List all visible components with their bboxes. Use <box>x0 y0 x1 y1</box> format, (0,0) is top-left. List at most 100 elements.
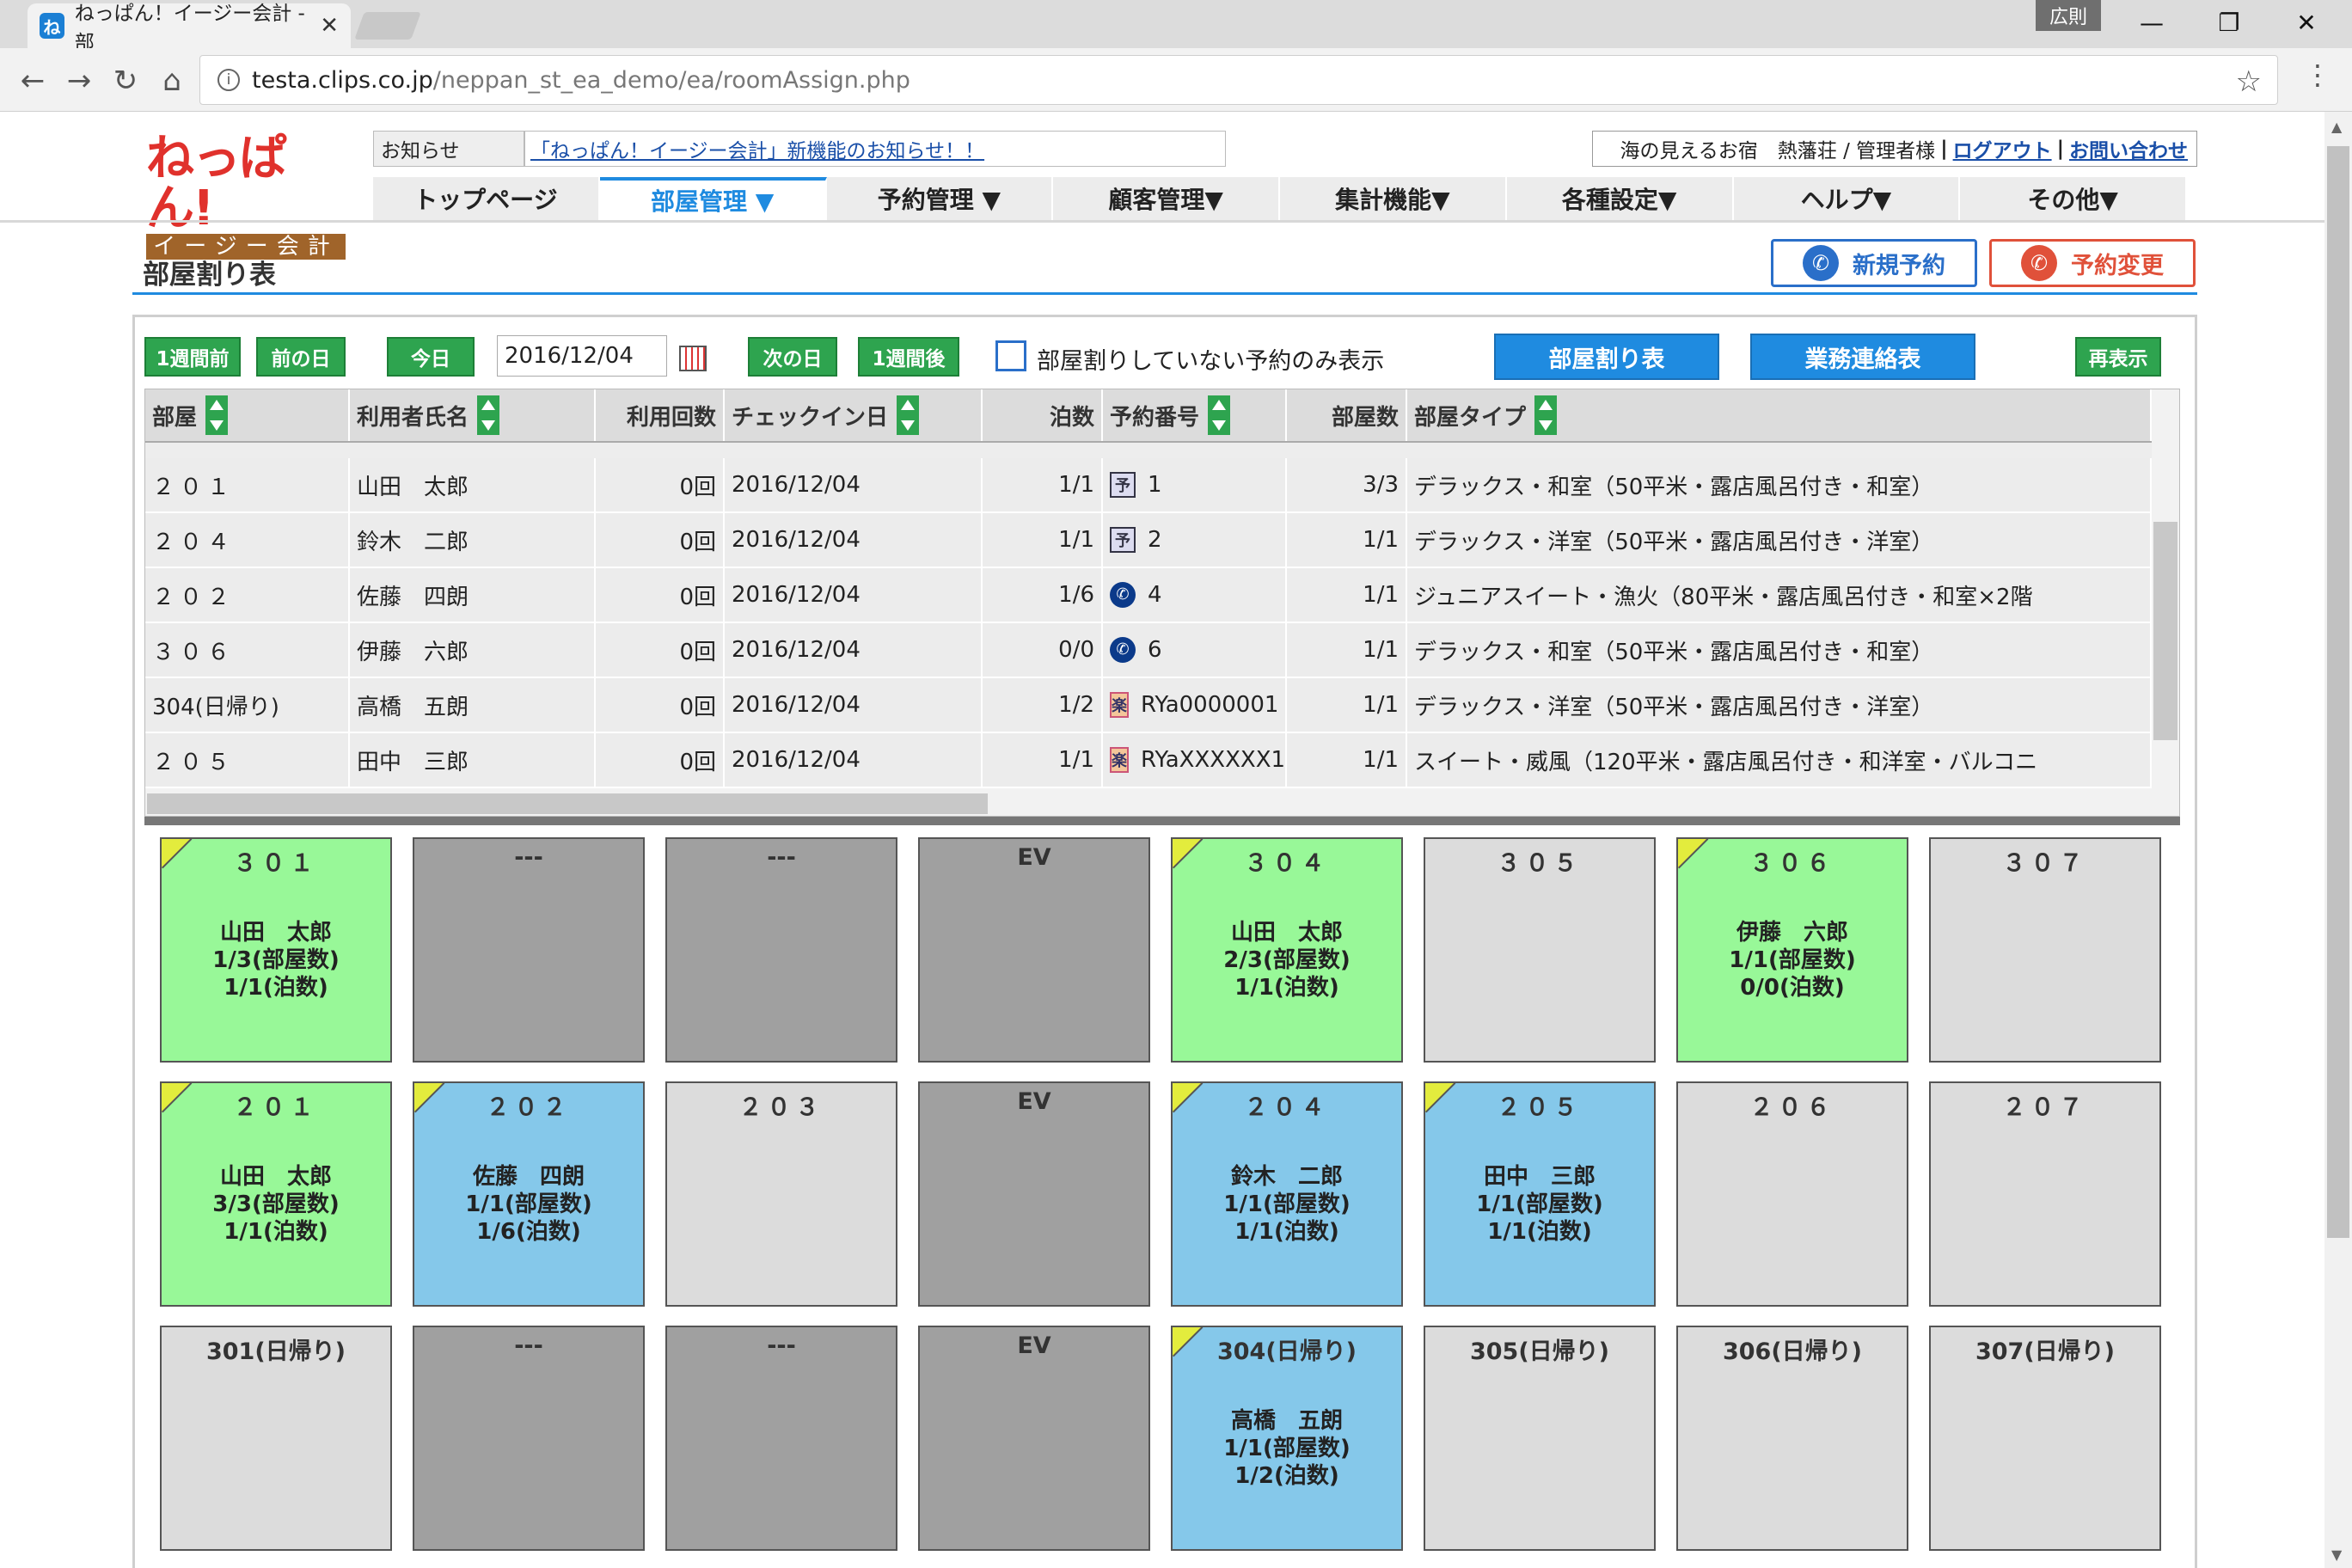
contact-link[interactable]: お問い合わせ <box>2069 134 2188 163</box>
unassigned-only-checkbox[interactable] <box>995 340 1026 371</box>
room-tile[interactable]: --- <box>413 1326 645 1551</box>
new-tab-button[interactable] <box>354 12 421 40</box>
logout-link[interactable]: ログアウト <box>1953 134 2052 163</box>
nav-item[interactable]: ヘルプ▼ <box>1733 177 1961 220</box>
room-tile[interactable]: ２０３ <box>665 1081 897 1307</box>
forward-icon[interactable]: → <box>60 62 98 100</box>
new-reservation-button[interactable]: ✆ 新規予約 <box>1771 239 1977 287</box>
assigned-corner-icon <box>414 1083 444 1112</box>
room-tile[interactable]: EV <box>918 837 1150 1063</box>
site-logo[interactable]: ねっぱん! イージー会計 <box>146 134 346 260</box>
change-reservation-button[interactable]: ✆ 予約変更 <box>1989 239 2196 287</box>
room-tile[interactable]: 307(日帰り) <box>1929 1326 2161 1551</box>
table-row[interactable]: 304(日帰り) 高橋 五朗 0回 2016/12/04 1/2 楽 RYa0000001 1… <box>145 678 2152 733</box>
web-source-icon: 楽 <box>1110 692 1129 718</box>
profile-badge[interactable]: 広則 <box>2036 0 2101 31</box>
sort-arrows-icon[interactable] <box>205 395 229 435</box>
table-vscroll-thumb[interactable] <box>2153 522 2177 740</box>
cell-text: 6 <box>1148 637 1162 663</box>
room-tile[interactable]: 306(日帰り) <box>1676 1326 1908 1551</box>
room-tile[interactable]: ２０６ <box>1676 1081 1908 1307</box>
table-splitter[interactable] <box>144 817 2180 825</box>
address-bar[interactable]: i testa.clips.co.jp/neppan_st_ea_demo/ea… <box>199 55 2278 105</box>
room-tile[interactable]: ２０５ 田中 三郎 1/1(部屋数) 1/1(泊数) <box>1424 1081 1656 1307</box>
day-prev-button[interactable]: 前の日 <box>256 337 346 377</box>
room-tile[interactable]: --- <box>665 837 897 1063</box>
room-info-line: 1/3(部屋数) <box>212 947 340 973</box>
nav-item[interactable]: 各種設定▼ <box>1506 177 1734 220</box>
home-icon[interactable]: ⌂ <box>153 62 191 100</box>
calendar-icon[interactable] <box>679 346 707 371</box>
room-tile[interactable]: ２０４ 鈴木 二郎 1/1(部屋数) 1/1(泊数) <box>1171 1081 1403 1307</box>
sort-arrows-icon[interactable] <box>897 395 920 435</box>
cell-text: 1 <box>1148 472 1162 498</box>
room-tile[interactable]: 304(日帰り) 高橋 五朗 1/1(部屋数) 1/2(泊数) <box>1171 1326 1403 1551</box>
room-tile[interactable]: 301(日帰り) <box>160 1326 392 1551</box>
room-chart-button[interactable]: 部屋割り表 <box>1494 334 1719 380</box>
room-tile[interactable]: ３０４ 山田 太郎 2/3(部屋数) 1/1(泊数) <box>1171 837 1403 1063</box>
column-header: 部屋 <box>145 389 350 441</box>
page-scrollbar-thumb[interactable] <box>2327 146 2349 1238</box>
nav-item[interactable]: トップページ <box>373 177 600 220</box>
browser-menu-icon[interactable]: ⋮ <box>2304 58 2331 91</box>
column-header-label: 部屋タイプ <box>1414 404 1527 431</box>
back-icon[interactable]: ← <box>14 62 52 100</box>
table-hscroll-thumb[interactable] <box>147 793 988 814</box>
sort-arrows-icon[interactable] <box>1208 395 1231 435</box>
table-header: 部屋 利用者氏名 利用回数 チェックイン日 泊数 予約番号 部屋数 部屋タイプ <box>145 389 2152 443</box>
nav-item[interactable]: 予約管理 ▼ <box>826 177 1054 220</box>
room-tile[interactable]: --- <box>665 1326 897 1551</box>
reload-icon[interactable]: ↻ <box>107 62 144 100</box>
week-prev-button[interactable]: 1週間前 <box>144 337 241 377</box>
table-row[interactable]: ２０５ 田中 三郎 0回 2016/12/04 1/1 楽 RYaXXXXXX1 1/1 スイー… <box>145 733 2152 788</box>
nav-item[interactable]: その他▼ <box>1960 177 2187 220</box>
room-tile[interactable]: EV <box>918 1326 1150 1551</box>
table-row[interactable]: ２０１ 山田 太郎 0回 2016/12/04 1/1 予 1 3/3 デラックス・和室（50平… <box>145 458 2152 513</box>
nav-item[interactable]: 顧客管理▼ <box>1053 177 1280 220</box>
week-next-button[interactable]: 1週間後 <box>858 337 959 377</box>
table-hscroll[interactable] <box>145 788 2152 816</box>
scroll-down-icon[interactable]: ▼ <box>2331 1547 2342 1563</box>
nav-item[interactable]: 集計機能▼ <box>1280 177 1507 220</box>
browser-tab[interactable]: ね ねっぱん！イージー会計 - 部 ✕ <box>28 3 351 54</box>
room-tile[interactable]: ２０２ 佐藤 四朗 1/1(部屋数) 1/6(泊数) <box>413 1081 645 1307</box>
today-button[interactable]: 今日 <box>387 337 475 377</box>
table-row[interactable]: ２０４ 鈴木 二郎 0回 2016/12/04 1/1 予 2 1/1 デラックス・洋室（50平… <box>145 513 2152 568</box>
notice-link[interactable]: 「ねっぱん！イージー会計」新機能のお知らせ！！ <box>524 131 1226 167</box>
cell-text: 山田 太郎 <box>357 474 469 500</box>
table-row[interactable]: ３０６ 伊藤 六郎 0回 2016/12/04 0/0 ✆ 6 1/1 デラックス・和室（50平… <box>145 623 2152 678</box>
tab-close-icon[interactable]: ✕ <box>320 13 339 39</box>
table-row[interactable]: ２０２ 佐藤 四朗 0回 2016/12/04 1/6 ✆ 4 1/1 ジュニアスイート・漁火（… <box>145 568 2152 623</box>
cell-type: デラックス・洋室（50平米・露店風呂付き・洋室） <box>1407 513 2152 567</box>
room-tile[interactable]: ３０６ 伊藤 六郎 1/1(部屋数) 0/0(泊数) <box>1676 837 1908 1063</box>
date-input[interactable]: 2016/12/04 <box>497 335 667 377</box>
cell-resno: 楽 RYaXXXXXX1 <box>1103 733 1287 787</box>
work-contact-button[interactable]: 業務連絡表 <box>1750 334 1975 380</box>
cell-text: ２０５ <box>152 749 236 775</box>
refresh-button[interactable]: 再表示 <box>2075 337 2161 377</box>
bookmark-star-icon[interactable]: ☆ <box>2236 64 2262 99</box>
site-info-icon[interactable]: i <box>217 69 240 91</box>
sort-arrows-icon[interactable] <box>477 395 500 435</box>
minimize-icon[interactable]: — <box>2111 0 2192 45</box>
room-tile[interactable]: 305(日帰り) <box>1424 1326 1656 1551</box>
room-tile[interactable]: ３０７ <box>1929 837 2161 1063</box>
day-next-button[interactable]: 次の日 <box>748 337 837 377</box>
cell-text: 佐藤 四朗 <box>357 584 469 610</box>
nav-item[interactable]: 部屋管理 ▼ <box>599 177 827 220</box>
room-tile[interactable]: ２０７ <box>1929 1081 2161 1307</box>
maximize-icon[interactable]: ❐ <box>2189 0 2269 45</box>
phone-icon: ✆ <box>1803 245 1839 281</box>
room-tile[interactable]: --- <box>413 837 645 1063</box>
sort-arrows-icon[interactable] <box>1534 395 1558 435</box>
window-close-icon[interactable]: ✕ <box>2266 0 2347 45</box>
page-scrollbar[interactable]: ▲ ▼ <box>2324 112 2352 1568</box>
cell-nights: 1/1 <box>983 458 1103 511</box>
cell-text: 1/1 <box>1363 582 1399 608</box>
room-tile[interactable]: ３０１ 山田 太郎 1/3(部屋数) 1/1(泊数) <box>160 837 392 1063</box>
room-tile[interactable]: EV <box>918 1081 1150 1307</box>
room-tile[interactable]: ２０１ 山田 太郎 3/3(部屋数) 1/1(泊数) <box>160 1081 392 1307</box>
scroll-up-icon[interactable]: ▲ <box>2331 119 2342 135</box>
room-tile[interactable]: ３０５ <box>1424 837 1656 1063</box>
table-vscroll[interactable] <box>2152 389 2179 816</box>
